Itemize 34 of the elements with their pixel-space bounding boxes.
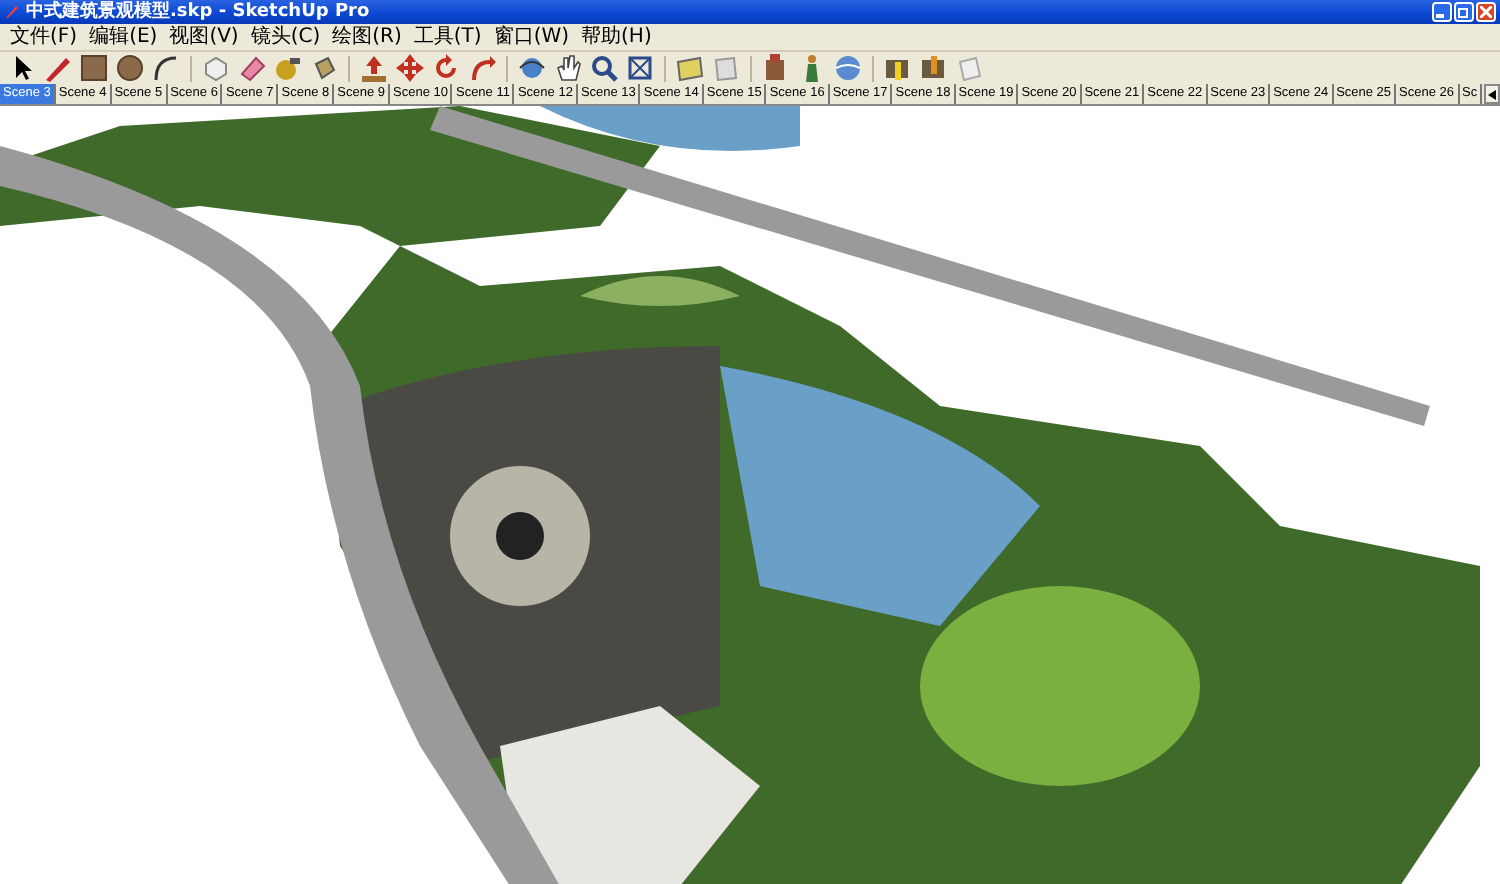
orbit-icon[interactable] <box>516 52 548 84</box>
menu-item[interactable]: 编辑(E) <box>83 25 164 49</box>
move-arrows-icon[interactable] <box>394 52 426 84</box>
menu-item[interactable]: 文件(F) <box>4 25 84 49</box>
menu-item[interactable]: 窗口(W) <box>487 25 576 49</box>
zoom-icon[interactable] <box>588 52 620 84</box>
menu-item[interactable]: 帮助(H) <box>575 25 658 49</box>
menu-item[interactable]: 视图(V) <box>163 25 245 49</box>
menu-item[interactable]: 镜头(C) <box>244 25 327 49</box>
arc-icon[interactable] <box>150 52 182 84</box>
eraser-icon[interactable] <box>236 52 268 84</box>
left-arrow-icon <box>1488 89 1496 99</box>
zoom-extents-icon[interactable] <box>624 52 656 84</box>
restore-button[interactable] <box>1454 2 1474 22</box>
window-title: 中式建筑景观模型.skp - SketchUp Pro <box>26 0 372 24</box>
follow-me-icon[interactable] <box>466 52 498 84</box>
tape-measure-icon[interactable] <box>272 52 304 84</box>
rotate-icon[interactable] <box>430 52 462 84</box>
menu-item[interactable]: 工具(T) <box>407 25 488 49</box>
menu-item[interactable]: 绘图(R) <box>326 25 408 49</box>
circle-icon[interactable] <box>114 52 146 84</box>
minimize-button[interactable] <box>1432 2 1452 22</box>
push-pull-icon[interactable] <box>358 52 390 84</box>
pan-hand-icon[interactable] <box>552 52 584 84</box>
restore-icon <box>1458 6 1470 18</box>
scroll-left-button[interactable] <box>1484 84 1500 104</box>
upload-box-icon[interactable] <box>918 52 950 84</box>
app-icon <box>4 4 20 20</box>
square-icon[interactable] <box>78 52 110 84</box>
close-icon <box>1480 6 1492 18</box>
map-icon[interactable] <box>674 52 706 84</box>
pencil-icon[interactable] <box>42 52 74 84</box>
globe-icon[interactable] <box>832 52 864 84</box>
close-button[interactable] <box>1476 2 1496 22</box>
